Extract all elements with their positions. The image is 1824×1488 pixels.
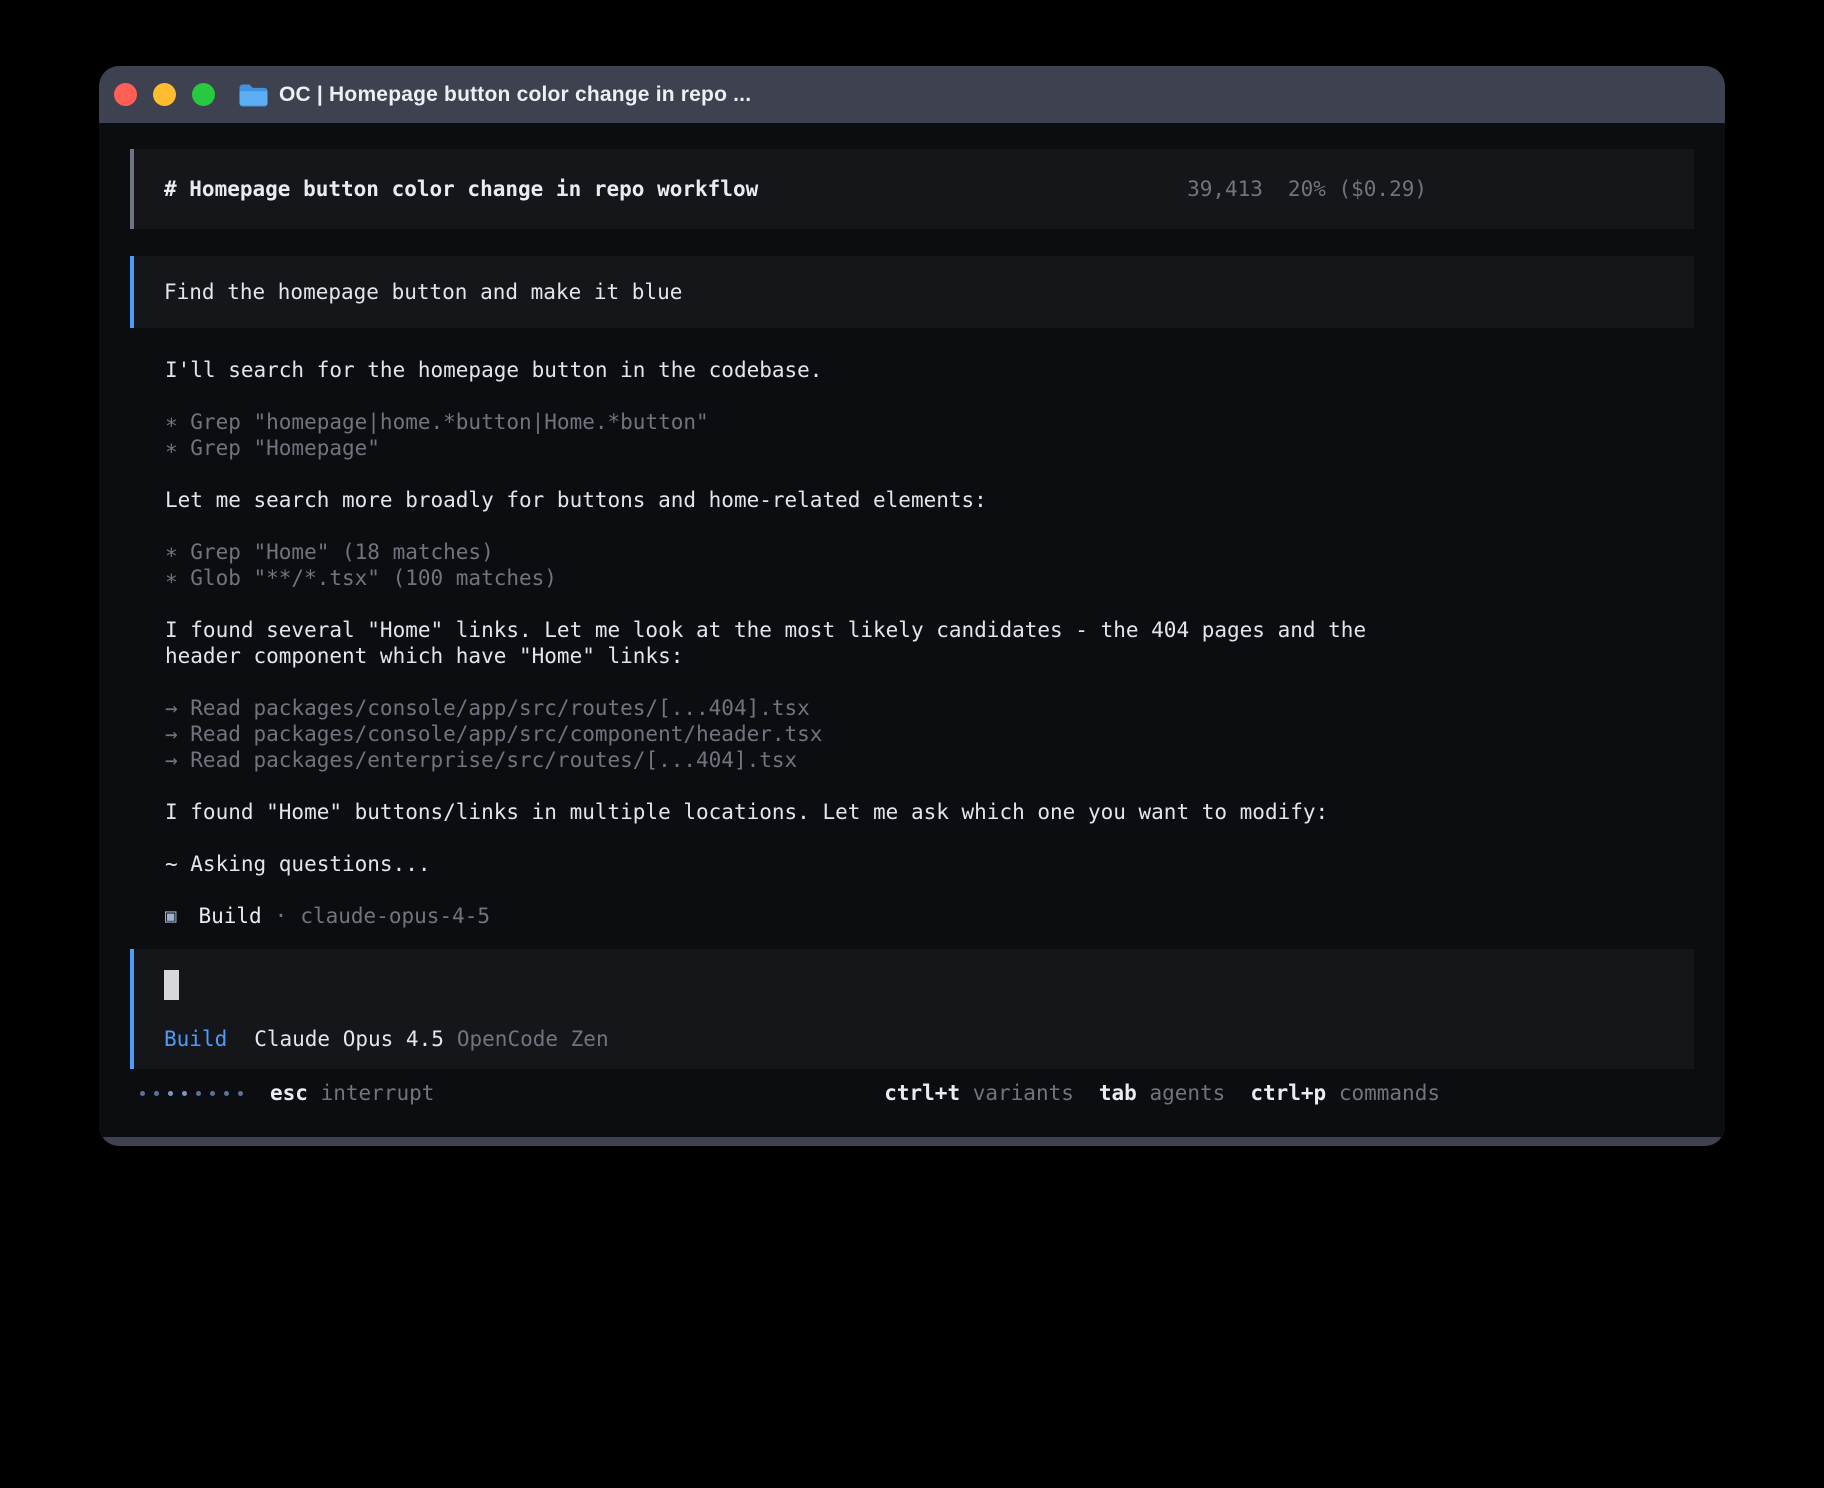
session-stats: 39,413 20% ($0.29) (1187, 176, 1427, 202)
hint-agents: tab agents (1099, 1080, 1225, 1106)
hint-interrupt: esc interrupt (270, 1080, 434, 1106)
tool-call-read: → Read packages/console/app/src/componen… (165, 721, 1694, 747)
spinner-icon (140, 1091, 243, 1096)
assistant-message: I found "Home" buttons/links in multiple… (165, 799, 1694, 825)
agent-icon: ▣ (165, 903, 176, 929)
tool-call-read: → Read packages/enterprise/src/routes/[.… (165, 747, 1694, 773)
zoom-button[interactable] (192, 83, 215, 106)
terminal-content: # Homepage button color change in repo w… (99, 123, 1725, 1137)
context-cost: 20% ($0.29) (1288, 176, 1427, 202)
input-meta: Build Claude Opus 4.5 OpenCode Zen (164, 1026, 1664, 1052)
tool-call-grep: ∗ Grep "homepage|home.*button|Home.*butt… (165, 409, 1694, 435)
traffic-lights (114, 66, 215, 123)
agent-model: claude-opus-4-5 (300, 903, 490, 929)
status-bar: esc interrupt ctrl+t variants tab agents… (130, 1080, 1694, 1106)
user-message-text: Find the homepage button and make it blu… (164, 279, 682, 305)
window-title: OC | Homepage button color change in rep… (279, 83, 751, 107)
status-right: ctrl+t variants tab agents ctrl+p comman… (884, 1080, 1440, 1106)
window-titlebar: OC | Homepage button color change in rep… (99, 66, 1725, 123)
assistant-message: I'll search for the homepage button in t… (165, 357, 1694, 383)
model-label[interactable]: Claude Opus 4.5 (254, 1026, 444, 1052)
assistant-message: Let me search more broadly for buttons a… (165, 487, 1694, 513)
tool-call-grep: ∗ Grep "Homepage" (165, 435, 1694, 461)
window-title-group: OC | Homepage button color change in rep… (238, 66, 751, 123)
assistant-status: ~ Asking questions... (165, 851, 1694, 877)
tool-call-glob: ∗ Glob "**/*.tsx" (100 matches) (165, 565, 1694, 591)
user-message: Find the homepage button and make it blu… (130, 256, 1694, 328)
hint-commands: ctrl+p commands (1250, 1080, 1440, 1106)
agent-status-line: ▣ Build · claude-opus-4-5 (165, 903, 1694, 929)
agent-name: Build (198, 903, 261, 929)
conversation: I'll search for the homepage button in t… (130, 357, 1694, 929)
tool-call-grep: ∗ Grep "Home" (18 matches) (165, 539, 1694, 565)
session-title: # Homepage button color change in repo w… (164, 176, 758, 202)
agent-mode-label[interactable]: Build (164, 1026, 227, 1052)
text-cursor (164, 970, 179, 1000)
assistant-message: I found several "Home" links. Let me loo… (165, 617, 1385, 669)
minimize-button[interactable] (153, 83, 176, 106)
prompt-input[interactable]: Build Claude Opus 4.5 OpenCode Zen (130, 949, 1694, 1069)
close-button[interactable] (114, 83, 137, 106)
session-header: # Homepage button color change in repo w… (130, 149, 1694, 229)
provider-label: OpenCode Zen (457, 1026, 609, 1052)
terminal-window: OC | Homepage button color change in rep… (99, 66, 1725, 1146)
status-left: esc interrupt (140, 1080, 434, 1106)
token-count: 39,413 (1187, 176, 1263, 202)
tool-call-read: → Read packages/console/app/src/routes/[… (165, 695, 1694, 721)
agent-separator: · (275, 903, 288, 929)
hint-variants: ctrl+t variants (884, 1080, 1074, 1106)
folder-icon (238, 83, 268, 107)
